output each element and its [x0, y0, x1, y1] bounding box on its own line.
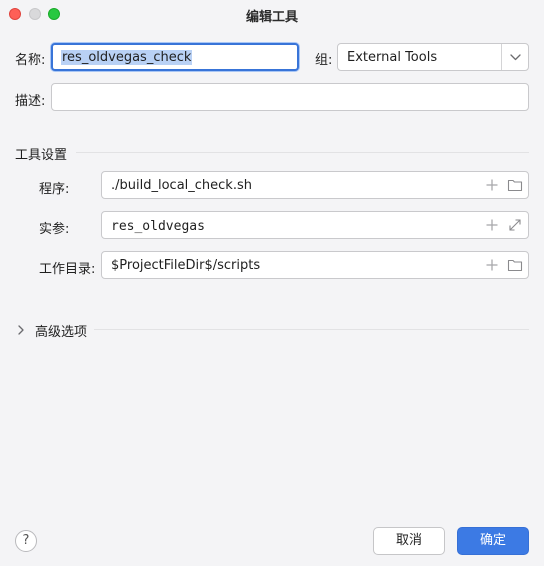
window-title: 编辑工具 — [245, 10, 298, 25]
expand-icon[interactable] — [508, 218, 522, 232]
group-combobox[interactable]: External Tools — [337, 43, 529, 71]
group-combobox-value: External Tools — [347, 50, 438, 65]
description-input[interactable] — [51, 83, 529, 111]
working-directory-input[interactable]: $ProjectFileDir$/scripts — [101, 251, 529, 279]
advanced-options-label: 高级选项 — [35, 325, 88, 340]
name-label: 名称: — [15, 53, 46, 68]
folder-icon[interactable] — [507, 178, 523, 192]
arguments-label: 实参: — [39, 222, 70, 237]
description-label: 描述: — [15, 94, 46, 109]
program-label: 程序: — [39, 182, 70, 197]
working-directory-input-value: $ProjectFileDir$/scripts — [111, 258, 261, 273]
group-dropdown-button[interactable] — [501, 44, 528, 70]
tool-settings-header: 工具设置 — [15, 148, 68, 163]
insert-macro-plus-icon[interactable] — [485, 178, 499, 192]
name-input-value: res_oldvegas_check — [61, 50, 193, 65]
section-divider — [76, 152, 529, 153]
arguments-input-value: res_oldvegas — [111, 219, 205, 234]
working-directory-label: 工作目录: — [39, 262, 96, 277]
insert-macro-plus-icon[interactable] — [485, 258, 499, 272]
program-input-value: ./build_local_check.sh — [111, 178, 252, 193]
arguments-input[interactable]: res_oldvegas — [101, 211, 529, 239]
ok-button[interactable]: 确定 — [457, 527, 529, 555]
chevron-right-icon — [18, 325, 24, 335]
program-input[interactable]: ./build_local_check.sh — [101, 171, 529, 199]
group-label: 组: — [315, 53, 333, 68]
title-bar: 编辑工具 — [0, 0, 544, 28]
insert-macro-plus-icon[interactable] — [485, 218, 499, 232]
cancel-button[interactable]: 取消 — [373, 527, 445, 555]
chevron-down-icon — [510, 54, 521, 61]
section-divider — [94, 329, 529, 330]
help-button[interactable]: ? — [15, 530, 37, 552]
folder-icon[interactable] — [507, 258, 523, 272]
advanced-options-toggle[interactable]: 高级选项 — [16, 320, 529, 340]
name-input[interactable]: res_oldvegas_check — [51, 43, 299, 71]
